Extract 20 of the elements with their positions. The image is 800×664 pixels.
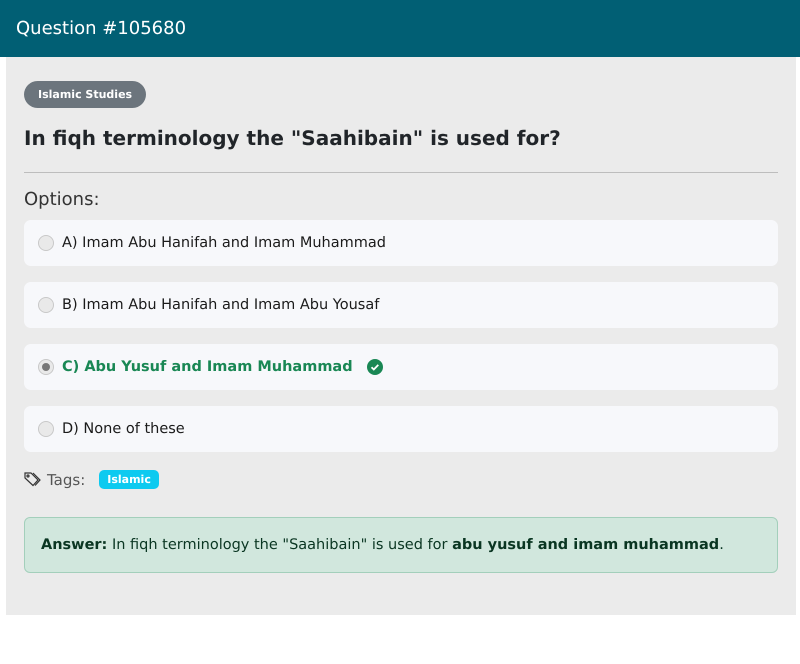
option-text: B) Imam Abu Hanifah and Imam Abu Yousaf [62,297,380,313]
tags-icon [24,472,41,487]
category-badge: Islamic Studies [24,81,146,108]
option-text: C) Abu Yusuf and Imam Muhammad [62,359,353,375]
option-row[interactable]: D) None of these [24,406,778,452]
question-text: In fiqh terminology the "Saahibain" is used for? [24,126,562,150]
option-row[interactable]: B) Imam Abu Hanifah and Imam Abu Yousaf [24,282,778,328]
option-text: D) None of these [62,421,185,437]
option-row[interactable]: C) Abu Yusuf and Imam Muhammad [24,344,778,390]
page-title: Question #105680 [16,18,186,39]
radio-button[interactable] [38,359,54,375]
options-label: Options: [24,189,101,210]
option-text: A) Imam Abu Hanifah and Imam Muhammad [62,235,386,251]
radio-button[interactable] [38,235,54,251]
check-circle-icon [366,359,383,375]
tags-label: Tags: [47,470,86,488]
option-row[interactable]: A) Imam Abu Hanifah and Imam Muhammad [24,220,778,266]
radio-button[interactable] [38,421,54,437]
radio-button[interactable] [38,297,54,313]
answer-text: Answer: In fiqh terminology the "Saahibain" is used for abu yusuf and imam muhammad. [41,537,724,553]
